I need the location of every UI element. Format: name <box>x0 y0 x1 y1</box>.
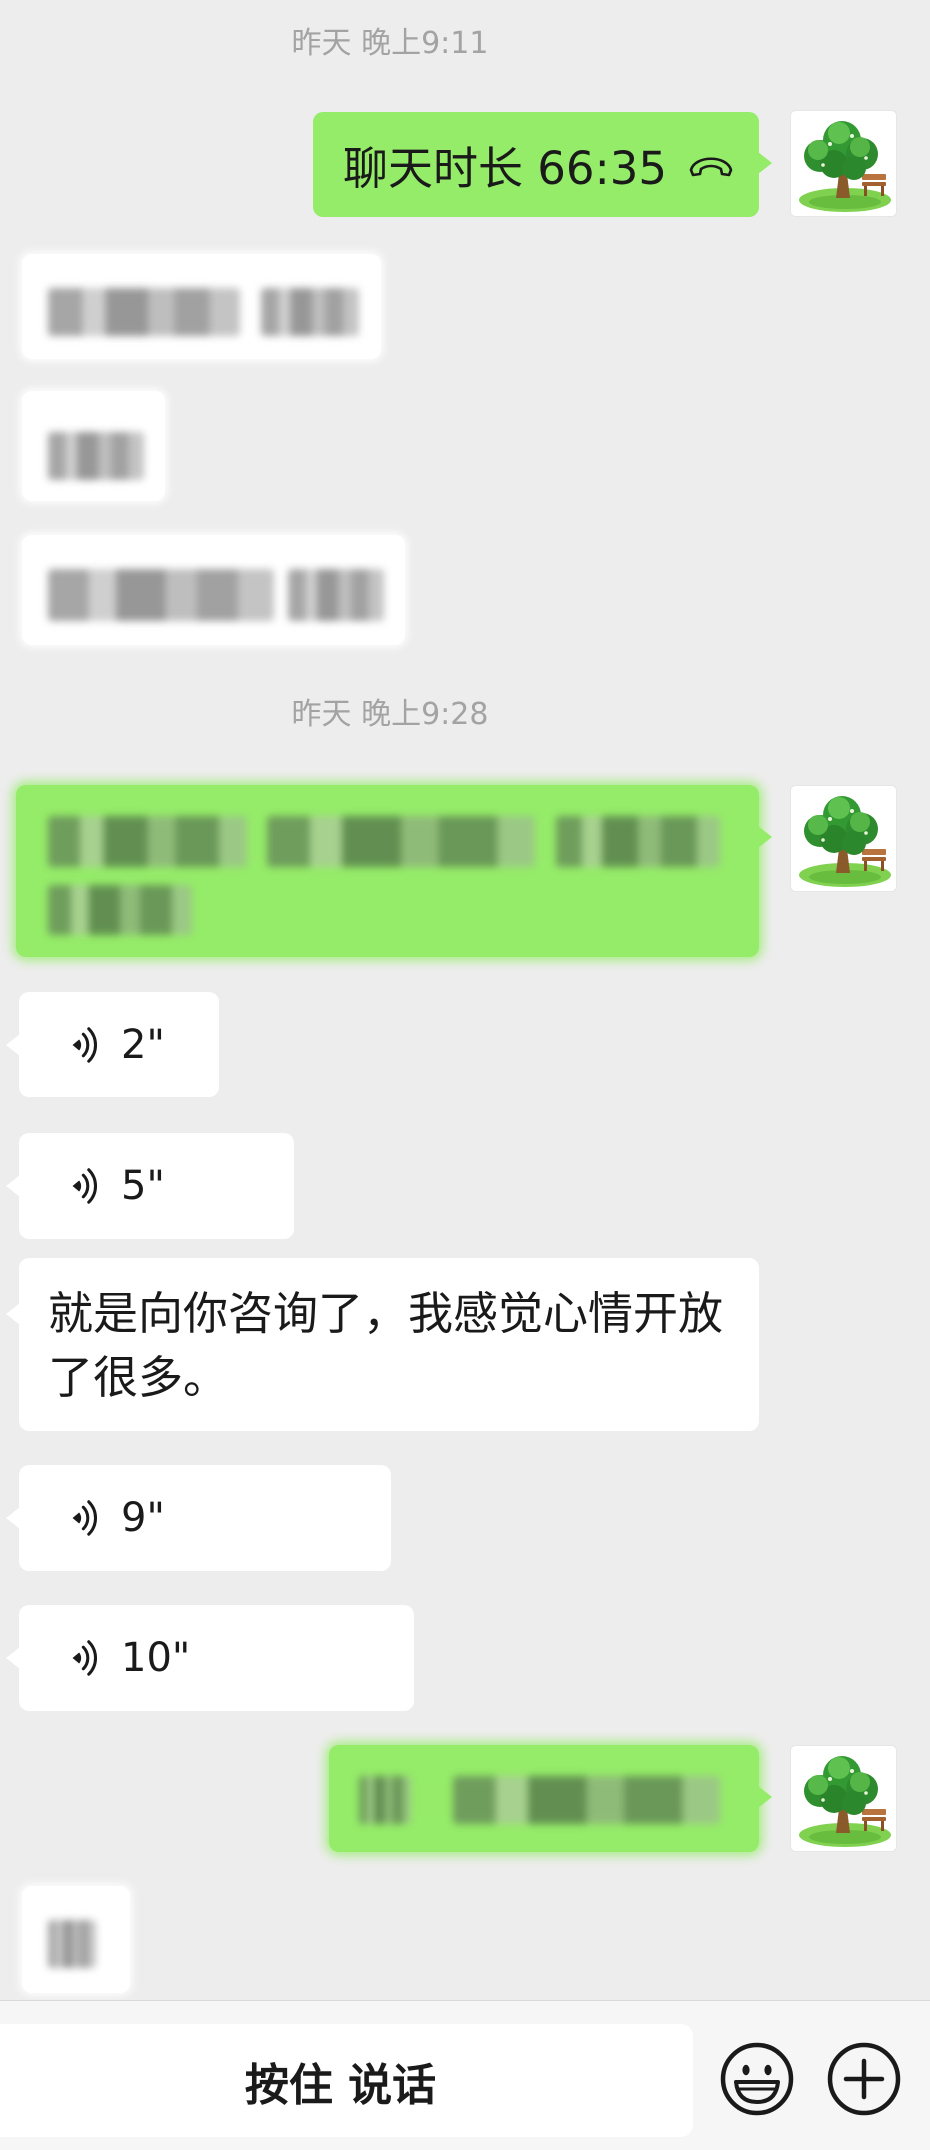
plus-circle-icon[interactable] <box>824 2039 904 2119</box>
voice-wave-icon <box>69 1024 99 1066</box>
tree-avatar-icon <box>790 1745 897 1852</box>
voice-duration: 9" <box>121 1495 165 1541</box>
my-avatar[interactable] <box>790 785 897 892</box>
voice-message-bubble[interactable]: 10" <box>6 1605 414 1711</box>
received-message-bubble[interactable] <box>22 535 405 645</box>
redacted-text <box>359 1776 411 1824</box>
redacted-text <box>48 1920 96 1968</box>
voice-duration: 2" <box>121 1021 165 1068</box>
text-message-bubble[interactable]: 就是向你咨询了，我感觉心情开放了很多。 <box>6 1258 759 1431</box>
redacted-text <box>267 816 535 867</box>
tree-avatar-icon <box>790 785 897 892</box>
input-bar: 按住 说话 <box>0 2000 930 2150</box>
my-avatar[interactable] <box>790 1745 897 1852</box>
call-duration-label: 聊天时长 66:35 <box>343 142 667 195</box>
hold-to-talk-button[interactable]: 按住 说话 <box>0 2024 693 2137</box>
redacted-text <box>48 885 192 935</box>
redacted-text <box>453 1776 720 1824</box>
my-avatar[interactable] <box>790 110 897 217</box>
received-message-bubble[interactable] <box>22 391 165 501</box>
voice-duration: 5" <box>121 1163 165 1209</box>
voice-message-bubble[interactable]: 2" <box>6 992 219 1097</box>
redacted-text <box>48 569 274 621</box>
redacted-text <box>556 816 720 867</box>
redacted-text <box>48 288 240 336</box>
call-record-bubble[interactable]: 聊天时长 66:35 <box>313 112 772 217</box>
timestamp: 昨天 晚上9:11 <box>291 26 489 61</box>
voice-duration: 10" <box>121 1635 191 1681</box>
sent-message-bubble[interactable] <box>329 1745 772 1852</box>
timestamp: 昨天 晚上9:28 <box>291 697 489 732</box>
voice-message-bubble[interactable]: 9" <box>6 1465 391 1571</box>
tree-avatar-icon <box>790 110 897 217</box>
voice-wave-icon <box>69 1637 99 1679</box>
redacted-text <box>48 432 144 480</box>
message-text: 就是向你咨询了，我感觉心情开放了很多。 <box>48 1287 724 1404</box>
voice-wave-icon <box>69 1165 99 1207</box>
received-message-bubble[interactable] <box>22 254 381 359</box>
received-message-bubble[interactable] <box>22 1886 130 1993</box>
hold-to-talk-label: 按住 说话 <box>244 2059 437 2111</box>
redacted-text <box>261 288 359 336</box>
sent-message-bubble[interactable] <box>16 785 772 957</box>
voice-wave-icon <box>69 1497 99 1539</box>
redacted-text <box>288 569 384 621</box>
emoji-face-icon[interactable] <box>717 2039 797 2119</box>
voice-message-bubble[interactable]: 5" <box>6 1133 294 1239</box>
hang-up-phone-icon <box>687 150 735 180</box>
redacted-text <box>48 816 247 867</box>
